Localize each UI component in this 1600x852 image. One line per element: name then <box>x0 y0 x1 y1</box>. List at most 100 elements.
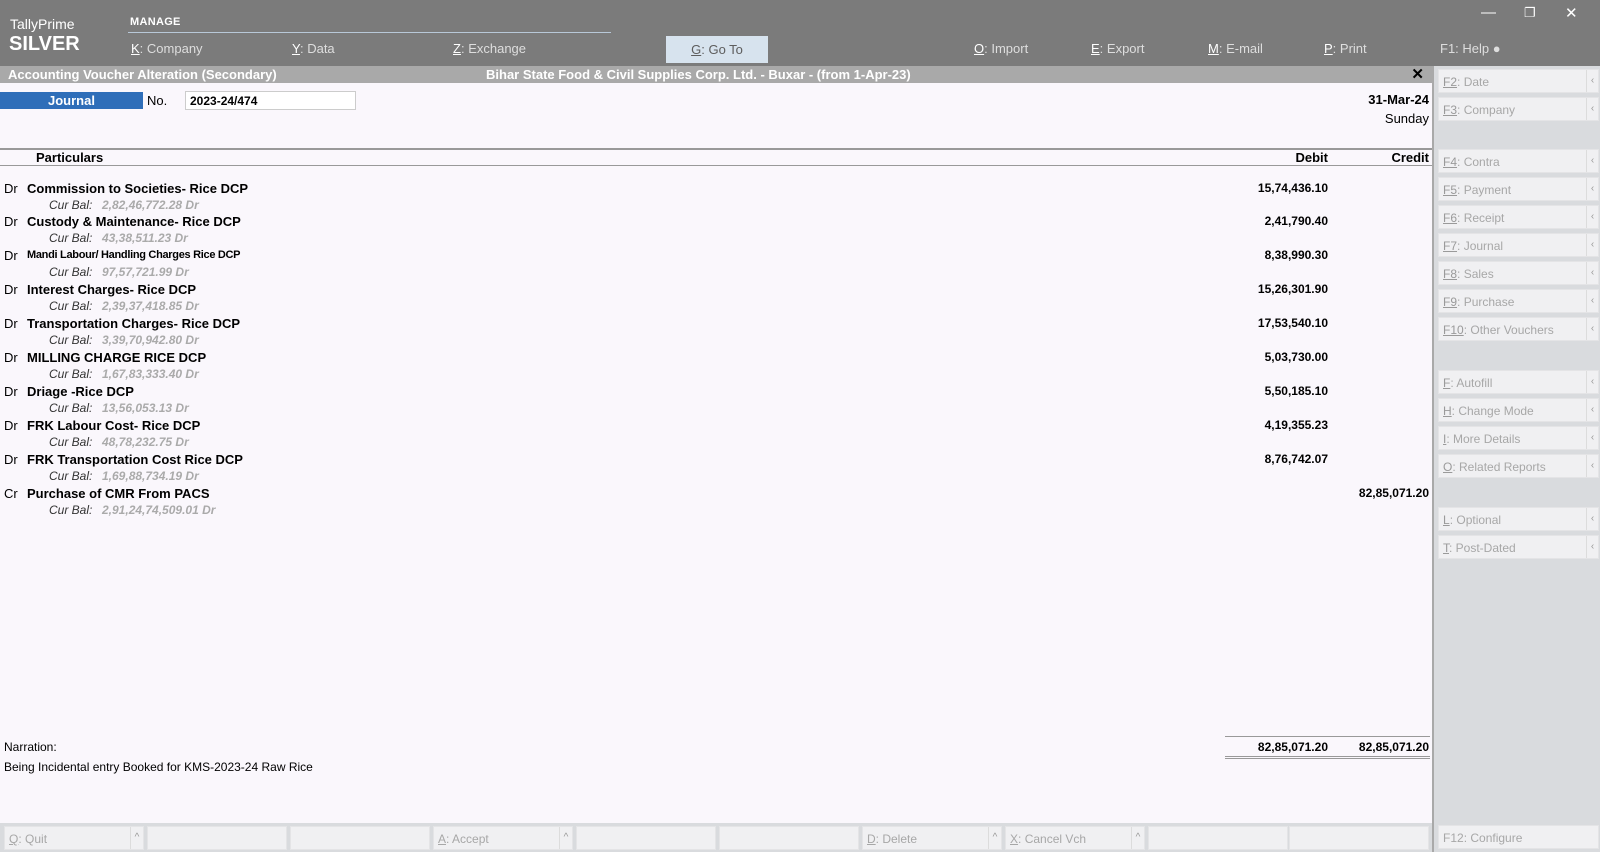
btn-empty[interactable] <box>576 826 716 850</box>
btn-optional[interactable]: L: Optional ‹ <box>1438 507 1599 531</box>
btn-label: Contra <box>1463 155 1500 169</box>
restore-icon[interactable]: ❐ <box>1524 5 1536 21</box>
menu-exchange[interactable]: Z: Exchange <box>453 41 526 56</box>
menu-email[interactable]: M: E-mail <box>1208 41 1263 56</box>
btn-key: I <box>1443 432 1447 446</box>
btn-accept[interactable]: A: Accept ^ <box>433 826 573 850</box>
brand-edition: SILVER <box>9 33 80 55</box>
btn-change-mode[interactable]: H: Change Mode ‹ <box>1438 398 1599 422</box>
ledger-name: Custody & Maintenance- Rice DCP <box>27 214 241 229</box>
dr-cr: Dr <box>4 214 18 229</box>
ledger-entry[interactable]: Dr Driage -Rice DCP 5,50,185.10 Cur Bal:… <box>0 384 1432 418</box>
chevron-left-icon: ‹ <box>1586 262 1598 284</box>
col-credit: Credit <box>1391 150 1429 165</box>
menu-key: Z <box>453 41 461 56</box>
btn-configure[interactable]: F12: Configure <box>1438 825 1599 849</box>
btn-key: F9 <box>1443 295 1458 309</box>
btn-quit[interactable]: Q: Quit ^ <box>4 826 144 850</box>
btn-empty[interactable] <box>719 826 859 850</box>
cur-bal-value: 43,38,511.23 Dr <box>102 231 188 245</box>
btn-empty[interactable] <box>290 826 430 850</box>
ledger-entry[interactable]: Dr Commission to Societies- Rice DCP 15,… <box>0 181 1432 215</box>
menu-export[interactable]: E: Export <box>1091 41 1144 56</box>
menu-label: Import <box>991 41 1029 56</box>
btn-label: Autofill <box>1456 376 1493 390</box>
btn-payment[interactable]: F5: Payment ‹ <box>1438 177 1599 201</box>
btn-empty[interactable] <box>1148 826 1288 850</box>
btn-label: Related Reports <box>1459 460 1546 474</box>
dr-cr: Dr <box>4 384 18 399</box>
menu-label: Export <box>1106 41 1145 56</box>
ledger-entry[interactable]: Dr FRK Transportation Cost Rice DCP 8,76… <box>0 452 1432 486</box>
btn-other-vouchers[interactable]: F10: Other Vouchers ‹ <box>1438 317 1599 341</box>
btn-empty[interactable] <box>147 826 287 850</box>
menu-data[interactable]: Y: Data <box>292 41 335 56</box>
menu-print[interactable]: P: Print <box>1324 41 1367 56</box>
btn-key: F12 <box>1443 831 1464 845</box>
btn-sales[interactable]: F8: Sales ‹ <box>1438 261 1599 285</box>
cur-bal-label: Cur Bal: <box>49 469 93 483</box>
ledger-entry[interactable]: Dr Interest Charges- Rice DCP 15,26,301.… <box>0 282 1432 316</box>
cur-bal-value: 3,39,70,942.80 Dr <box>102 333 199 347</box>
narration-text[interactable]: Being Incidental entry Booked for KMS-20… <box>4 760 313 774</box>
close-window-icon[interactable]: ✕ <box>1565 4 1578 22</box>
cur-bal-value: 2,82,46,772.28 Dr <box>102 198 199 212</box>
btn-key: F5 <box>1443 183 1458 197</box>
chevron-up-icon: ^ <box>559 827 572 849</box>
btn-purchase[interactable]: F9: Purchase ‹ <box>1438 289 1599 313</box>
btn-empty[interactable] <box>1289 826 1429 850</box>
debit-amount: 5,03,730.00 <box>1264 350 1328 364</box>
ledger-entry[interactable]: Dr FRK Labour Cost- Rice DCP 4,19,355.23… <box>0 418 1432 452</box>
menu-key: E <box>1091 41 1100 56</box>
chevron-left-icon: ‹ <box>1586 70 1598 92</box>
btn-contra[interactable]: F4: Contra ‹ <box>1438 149 1599 173</box>
btn-post-dated[interactable]: T: Post-Dated ‹ <box>1438 535 1599 559</box>
btn-company[interactable]: F3: Company ‹ <box>1438 97 1599 121</box>
minimize-icon[interactable]: — <box>1481 4 1496 21</box>
btn-key: F3 <box>1443 103 1458 117</box>
cur-bal-label: Cur Bal: <box>49 265 93 279</box>
col-debit: Debit <box>1295 150 1329 165</box>
menu-company[interactable]: K: Company <box>131 41 203 56</box>
btn-key: F <box>1443 376 1451 390</box>
btn-delete[interactable]: D: Delete ^ <box>862 826 1002 850</box>
btn-more-details[interactable]: I: More Details ‹ <box>1438 426 1599 450</box>
menu-goto[interactable]: G: Go To <box>666 36 768 63</box>
chevron-left-icon: ‹ <box>1586 206 1598 228</box>
menu-label: Data <box>307 41 335 56</box>
chevron-up-icon: ^ <box>130 827 143 849</box>
btn-cancel-vch[interactable]: X: Cancel Vch ^ <box>1005 826 1145 850</box>
chevron-left-icon: ‹ <box>1586 427 1598 449</box>
ledger-entry[interactable]: Cr Purchase of CMR From PACS 82,85,071.2… <box>0 486 1432 520</box>
btn-key: H <box>1443 404 1452 418</box>
ledger-entry[interactable]: Dr MILLING CHARGE RICE DCP 5,03,730.00 C… <box>0 350 1432 384</box>
btn-key: D <box>867 832 876 846</box>
btn-key: T <box>1443 541 1449 555</box>
narration-label: Narration: <box>4 740 57 754</box>
ledger-name: Commission to Societies- Rice DCP <box>27 181 249 196</box>
ledger-entry[interactable]: Dr Transportation Charges- Rice DCP 17,5… <box>0 316 1432 350</box>
voucher-type[interactable]: Journal <box>0 92 143 109</box>
close-screen-icon[interactable]: ✕ <box>1411 65 1424 83</box>
brand-name: TallyPrime <box>10 16 75 32</box>
menu-label: Help ● <box>1462 41 1501 56</box>
ledger-entry[interactable]: Dr Custody & Maintenance- Rice DCP 2,41,… <box>0 214 1432 248</box>
ledger-name: Driage -Rice DCP <box>27 384 134 399</box>
btn-receipt[interactable]: F6: Receipt ‹ <box>1438 205 1599 229</box>
btn-label: Sales <box>1463 267 1494 281</box>
cur-bal-label: Cur Bal: <box>49 198 93 212</box>
menu-import[interactable]: O: Import <box>974 41 1028 56</box>
menu-key: F1 <box>1440 41 1456 56</box>
btn-journal[interactable]: F7: Journal ‹ <box>1438 233 1599 257</box>
voucher-number-field[interactable]: 2023-24/474 <box>185 91 356 110</box>
manage-section-label: MANAGE <box>130 16 181 28</box>
menu-help[interactable]: F1: Help ● <box>1440 41 1501 56</box>
ledger-entry[interactable]: Dr Mandi Labour/ Handling Charges Rice D… <box>0 248 1432 282</box>
cur-bal-label: Cur Bal: <box>49 367 93 381</box>
voucher-date[interactable]: 31-Mar-24 <box>1368 92 1429 107</box>
header-divider <box>0 165 1432 166</box>
btn-date[interactable]: F2: Date ‹ <box>1438 69 1599 93</box>
btn-autofill[interactable]: F: Autofill ‹ <box>1438 370 1599 394</box>
btn-related-reports[interactable]: O: Related Reports ‹ <box>1438 454 1599 478</box>
dr-cr: Dr <box>4 181 18 196</box>
